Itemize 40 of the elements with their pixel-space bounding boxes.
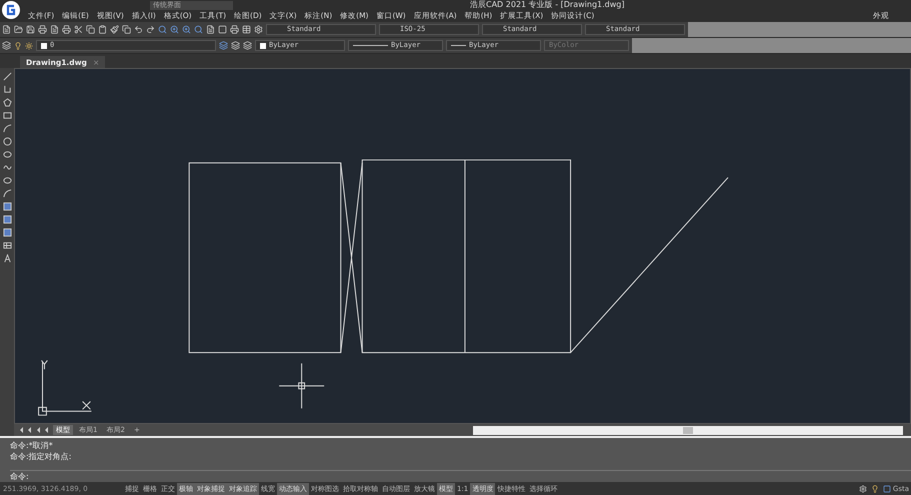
layers-icon[interactable] — [243, 41, 252, 50]
toolbar-icon[interactable] — [74, 25, 83, 34]
toolbar-icon[interactable] — [158, 25, 167, 34]
toolbar-icon[interactable] — [122, 25, 131, 34]
settings-icon[interactable] — [858, 484, 867, 492]
ucs-axis-icon — [38, 360, 92, 416]
toolbar-icon[interactable] — [38, 25, 47, 34]
lightbulb-icon — [14, 42, 22, 50]
layers-icon[interactable] — [231, 41, 240, 50]
window-icon[interactable] — [882, 484, 891, 492]
toolbar-icon[interactable] — [182, 25, 191, 34]
lightbulb-icon[interactable] — [870, 484, 879, 492]
toolbar-icon[interactable] — [242, 25, 251, 34]
toolbar-icon[interactable] — [98, 25, 107, 34]
window-title: 浩辰CAD 2021 专业版 - [Drawing1.dwg] — [470, 0, 624, 10]
toolbar-icon[interactable] — [218, 25, 227, 34]
toolbar-icon[interactable] — [254, 25, 263, 34]
horizontal-scrollbar[interactable] — [473, 426, 903, 434]
toolbar-icon[interactable] — [62, 25, 71, 34]
layers-icon[interactable] — [219, 41, 228, 50]
layers-icon[interactable] — [2, 41, 11, 50]
toolbar-icon[interactable] — [26, 25, 35, 34]
command-history-line: 命令:*取消* — [10, 440, 54, 451]
draw-tool-icon[interactable] — [2, 254, 12, 263]
toolbar-icon[interactable] — [110, 25, 119, 34]
toolbar-icon[interactable] — [230, 25, 239, 34]
toolbar-icon[interactable] — [50, 25, 59, 34]
crosshair-cursor — [278, 362, 325, 409]
toolbar-icon[interactable] — [134, 25, 143, 34]
toolbar-icon[interactable] — [170, 25, 179, 34]
command-history-line: 命令:指定对角点: — [10, 451, 72, 462]
toolbar-icon[interactable] — [2, 25, 11, 34]
draw-tool-icon[interactable] — [2, 241, 12, 250]
toolbar-icon[interactable] — [206, 25, 215, 34]
sun-icon — [25, 42, 33, 50]
toolbar-icon[interactable] — [146, 25, 155, 34]
toolbar-icon[interactable] — [14, 25, 23, 34]
toolbar-icon[interactable] — [194, 25, 203, 34]
tab-navigation-icon[interactable] — [18, 427, 50, 433]
toolbar-icon[interactable] — [86, 25, 95, 34]
